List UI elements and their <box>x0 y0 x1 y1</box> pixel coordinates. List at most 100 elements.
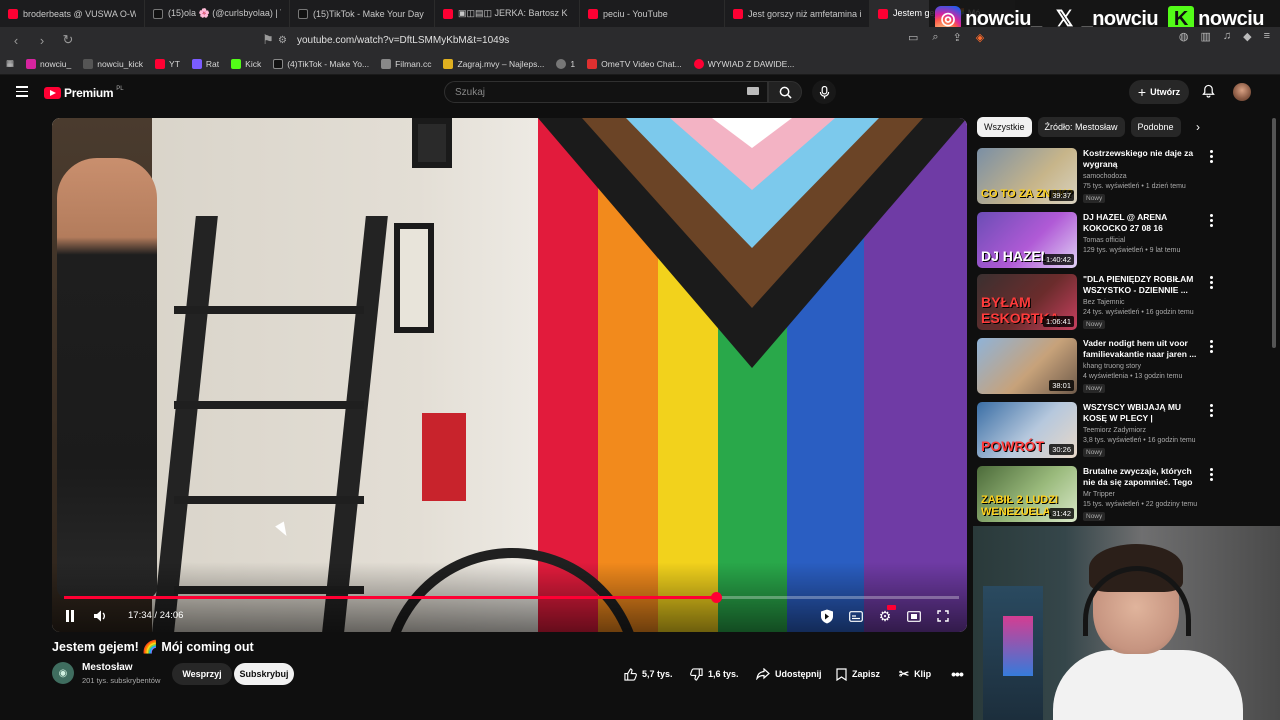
brave-shield-icon[interactable]: ◈ <box>976 31 984 44</box>
search-button[interactable] <box>768 81 802 103</box>
sidebar-icon[interactable]: ▥ <box>1200 30 1210 43</box>
subtitles-button[interactable] <box>847 606 865 626</box>
recommendation-item[interactable]: CO TO ZA ZNAK? 39:37 Kostrzewskiego nie da… <box>977 148 1217 206</box>
more-vertical-icon[interactable] <box>1210 340 1213 355</box>
browser-tab-2[interactable]: (15)TikTok - Make Your Day <box>290 0 435 27</box>
recommendation-channel[interactable]: Mr Tripper <box>1083 491 1115 498</box>
account-avatar[interactable] <box>1233 83 1251 101</box>
youtube-play-icon <box>44 87 61 99</box>
youtube-logo[interactable]: Premium PL <box>44 86 124 100</box>
zoom-icon[interactable]: ⌕ <box>932 31 938 44</box>
like-button[interactable]: 5,7 tys. <box>624 663 673 685</box>
more-vertical-icon[interactable] <box>1210 276 1213 291</box>
more-vertical-icon[interactable] <box>1210 150 1213 165</box>
dislike-button[interactable]: 1,6 tys. <box>690 663 739 685</box>
more-actions-button[interactable]: ••• <box>950 663 964 685</box>
recommendation-title[interactable]: DJ HAZEL @ ARENA KOKOCKO 27 08 16 <box>1083 212 1203 234</box>
menu-icon[interactable]: ≡ <box>1264 30 1270 43</box>
recommendation-channel[interactable]: khang truong story <box>1083 363 1141 370</box>
channel-name[interactable]: Mestosław <box>82 662 133 673</box>
browser-tab-3[interactable]: ▣◫▤◫ JERKA: Bartosz K <box>435 0 580 27</box>
bookmark-icon[interactable]: ⚑ <box>258 32 278 48</box>
video-thumbnail[interactable]: CO TO ZA ZNAK? 39:37 <box>977 148 1077 204</box>
settings-button[interactable]: ⚙ <box>876 605 896 626</box>
volume-button[interactable] <box>92 606 110 626</box>
volume-icon <box>94 610 105 622</box>
bookmark-10[interactable]: WYWIAD Z DAWIDE... <box>693 58 794 69</box>
recommendation-item[interactable]: 38:01 Vader nodigt hem uit voor familieva… <box>977 338 1217 396</box>
chip-related[interactable]: Podobne <box>1130 117 1181 137</box>
apps-icon[interactable]: ▦ <box>6 58 14 69</box>
save-button[interactable]: Zapisz <box>836 663 880 685</box>
bookmark-9[interactable]: OmeTV Video Chat... <box>587 58 682 69</box>
video-thumbnail[interactable]: POWRÓT 30:26 <box>977 402 1077 458</box>
cast-icon[interactable]: ▭ <box>908 31 918 44</box>
progress-bar[interactable] <box>64 592 959 603</box>
forward-icon[interactable]: › <box>32 33 52 48</box>
hamburger-menu-icon[interactable] <box>16 86 28 97</box>
wallet-icon[interactable]: ◆ <box>1243 30 1251 43</box>
bookmark-1[interactable]: nowciu_kick <box>83 58 143 69</box>
recommendation-item[interactable]: POWRÓT 30:26 WSZYSCY WBIJAJĄ MU KOSĘ W PLE… <box>977 402 1217 460</box>
video-thumbnail[interactable]: 38:01 <box>977 338 1077 394</box>
browser-tab-5[interactable]: Jest gorszy niż amfetamina i ko <box>725 0 870 27</box>
bookmark-8[interactable]: 1 <box>556 58 575 69</box>
back-icon[interactable]: ‹ <box>6 33 26 48</box>
bookmark-4[interactable]: Kick <box>231 58 261 69</box>
browser-tab-1[interactable]: (15)ola 🌸 (@curlsbyolaa) | TikT <box>145 0 290 27</box>
share-icon[interactable]: ⇪ <box>953 31 962 44</box>
more-vertical-icon[interactable] <box>1210 468 1213 483</box>
create-button[interactable]: + Utwórz <box>1129 80 1189 104</box>
browser-tab-0[interactable]: broderbeats @ VUSWA O-Wee <box>0 0 145 27</box>
recommendation-channel[interactable]: samochodoza <box>1083 173 1127 180</box>
recommendation-item[interactable]: ZABIŁ 2 LUDZI WENEZUELA 31:42 Brutalne zwy… <box>977 466 1217 524</box>
more-vertical-icon[interactable] <box>1210 404 1213 419</box>
keyboard-icon[interactable] <box>747 87 759 95</box>
page-scrollbar[interactable] <box>1272 118 1276 348</box>
bookmark-0[interactable]: nowciu_ <box>26 58 71 69</box>
recommendation-title[interactable]: "DLA PIENIĘDZY ROBIŁAM WSZYSTKO - DZIENN… <box>1083 274 1203 296</box>
recommendation-title[interactable]: Brutalne zwyczaje, których nie da się za… <box>1083 466 1203 488</box>
reload-icon[interactable]: ↻ <box>58 32 78 48</box>
music-icon[interactable]: ♫ <box>1223 30 1231 43</box>
bookmark-2[interactable]: YT <box>155 58 180 69</box>
video-player[interactable]: 17:34 / 24:06 ⚙ <box>52 118 967 632</box>
share-button[interactable]: Udostępnij <box>756 663 822 685</box>
recommendation-item[interactable]: BYŁAM ESKORTKĄ 1:06:41 "DLA PIENIĘDZY ROBI… <box>977 274 1217 332</box>
search-input[interactable]: Szukaj <box>444 81 768 103</box>
recommendation-channel[interactable]: Bez Tajemnic <box>1083 299 1125 306</box>
subscribe-button[interactable]: Subskrybuj <box>234 663 294 685</box>
video-duration: 39:37 <box>1049 190 1074 201</box>
recommendation-channel[interactable]: Teemiorz Zadymiorz <box>1083 427 1146 434</box>
bookmark-5[interactable]: (4)TikTok - Make Yo... <box>273 58 369 69</box>
extensions-icon[interactable]: ◍ <box>1179 30 1189 43</box>
recommendation-title[interactable]: WSZYSCY WBIJAJĄ MU KOSĘ W PLECY | RANDOM… <box>1083 402 1203 424</box>
recommendation-title[interactable]: Vader nodigt hem uit voor familievakanti… <box>1083 338 1203 360</box>
shield-icon <box>821 609 833 623</box>
voice-search-button[interactable] <box>812 80 836 104</box>
chevron-right-icon[interactable]: › <box>1196 120 1200 134</box>
miniplayer-button[interactable] <box>905 606 923 626</box>
more-vertical-icon[interactable] <box>1210 214 1213 229</box>
pause-button[interactable] <box>62 606 78 626</box>
fullscreen-button[interactable] <box>934 606 952 626</box>
bookmark-3[interactable]: Rat <box>191 58 219 69</box>
sponsor-block-button[interactable] <box>818 606 836 626</box>
browser-tab-4[interactable]: peciu - YouTube <box>580 0 725 27</box>
site-info-icon[interactable]: ⚙ <box>278 35 287 46</box>
support-button[interactable]: Wesprzyj <box>172 663 232 685</box>
recommendation-title[interactable]: Kostrzewskiego nie daje za wygraną <box>1083 148 1203 170</box>
video-thumbnail[interactable]: DJ HAZEL 1:40:42 <box>977 212 1077 268</box>
chip-all[interactable]: Wszystkie <box>977 117 1032 137</box>
recommendation-channel[interactable]: Tomas official <box>1083 237 1125 244</box>
video-thumbnail[interactable]: BYŁAM ESKORTKĄ 1:06:41 <box>977 274 1077 330</box>
notifications-button[interactable] <box>1200 83 1216 99</box>
bookmark-7[interactable]: Zagraj.mvy – Najleps... <box>443 58 544 69</box>
recommendation-item[interactable]: DJ HAZEL 1:40:42 DJ HAZEL @ ARENA KOKOCKO … <box>977 212 1217 270</box>
url-field[interactable]: ⚙ youtube.com/watch?v=DftLSMMyKbM&t=1049… <box>278 30 998 50</box>
chip-from-channel[interactable]: Źródło: Mestosław <box>1037 117 1125 137</box>
channel-avatar[interactable]: ◉ <box>52 662 74 684</box>
bookmark-6[interactable]: Filman.cc <box>381 58 431 69</box>
clip-button[interactable]: ✂ Klip <box>899 663 931 685</box>
video-thumbnail[interactable]: ZABIŁ 2 LUDZI WENEZUELA 31:42 <box>977 466 1077 522</box>
